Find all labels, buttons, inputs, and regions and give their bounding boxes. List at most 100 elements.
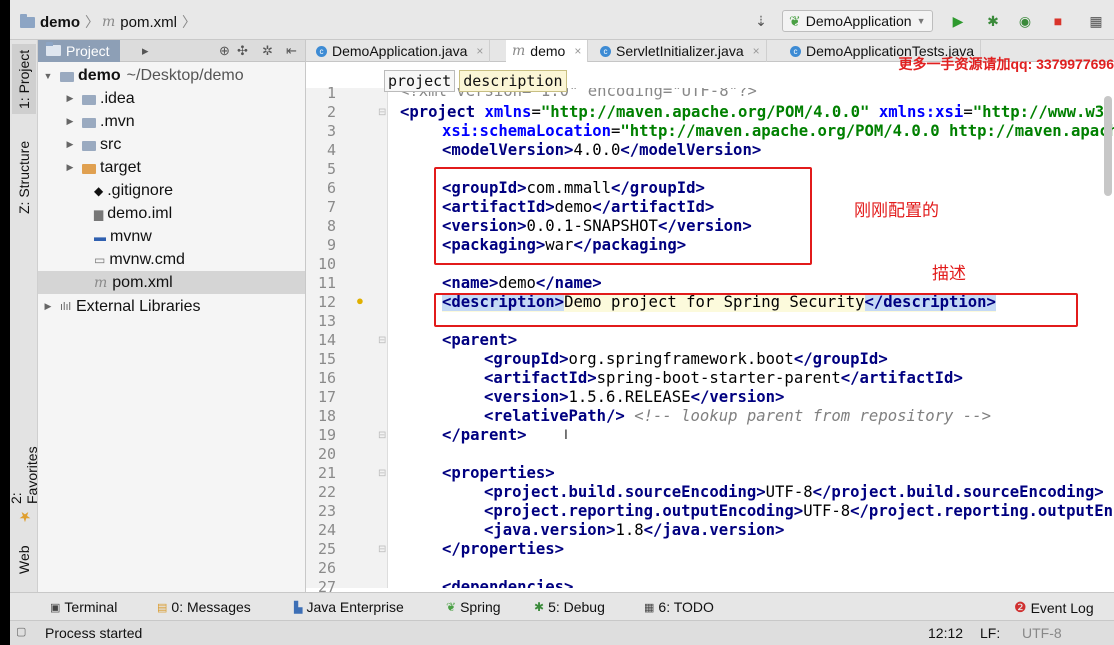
tool-messages[interactable]: ▤ 0: Messages (157, 599, 251, 615)
sync-icon[interactable]: ⊕ (219, 43, 230, 59)
stop-icon[interactable]: ■ (1047, 10, 1069, 32)
file-encoding[interactable]: UTF-8 (1022, 625, 1062, 641)
tree-item-external-libraries[interactable]: ▶ ılıl External Libraries (38, 295, 305, 318)
tree-item-pom[interactable]: m pom.xml (38, 271, 305, 294)
line-number: 23 (317, 502, 336, 520)
tab-web[interactable]: Web (12, 532, 36, 588)
code-line-17: <version>1.5.6.RELEASE</version> (484, 388, 785, 406)
code-line-23: <project.reporting.outputEncoding>UTF-8<… (484, 502, 1114, 520)
star-icon: ★ (16, 508, 32, 524)
class-icon: c (600, 45, 611, 57)
line-number: 4 (326, 141, 336, 159)
line-number: 25 (317, 540, 336, 558)
tool-java-enterprise[interactable]: ▙ Java Enterprise (294, 599, 404, 615)
code-line-3: xsi:schemaLocation="http://maven.apache.… (442, 122, 1114, 140)
tab-servletinitializer-java[interactable]: c ServletInitializer.java × (594, 40, 767, 62)
tree-item-target[interactable]: ▶ target (38, 156, 305, 179)
xml-breadcrumbs: project description (384, 70, 567, 92)
chevron-right-icon: ▶ (66, 139, 74, 149)
tree-item-src[interactable]: ▶ src (38, 133, 305, 156)
status-message: Process started (45, 625, 143, 641)
status-toggle-icon[interactable]: ▢ (16, 625, 26, 638)
tab-structure[interactable]: Z: Structure (12, 132, 36, 222)
tree-item-mvnw-cmd[interactable]: ▭ mvnw.cmd (38, 248, 305, 271)
project-view-selector[interactable]: Project (38, 39, 120, 62)
tree-item-gitignore[interactable]: ◆ .gitignore (38, 179, 305, 202)
line-number: 8 (326, 217, 336, 235)
chevron-right-icon[interactable]: ▸ (142, 43, 149, 59)
tool-terminal[interactable]: ▣ Terminal (50, 599, 117, 615)
project-panel-header: Project ▸ ⊕ ✣ ✲ ⇤ (38, 39, 305, 62)
tree-root[interactable]: ▼ demo ~/Desktop/demo (38, 64, 305, 87)
line-number: 5 (326, 160, 336, 178)
line-number: 11 (317, 274, 336, 292)
line-number: 9 (326, 236, 336, 254)
project-panel: Project ▸ ⊕ ✣ ✲ ⇤ ▼ demo ~/Desktop/demo … (38, 39, 306, 592)
run-icon[interactable]: ▶ (947, 10, 969, 32)
build-icon[interactable]: ⇣ (750, 10, 772, 32)
debug-icon: ✱ (534, 600, 545, 614)
breadcrumb-project[interactable]: project (384, 70, 456, 92)
line-number: 21 (317, 464, 336, 482)
terminal-icon: ▣ (50, 601, 61, 614)
caret-position[interactable]: 12:12 (928, 625, 963, 641)
tab-favorites[interactable]: ★ 2: Favorites (10, 436, 40, 524)
nav-crumb-file[interactable]: m pom.xml 〉 (102, 12, 196, 32)
run-config-select[interactable]: ❦ DemoApplication ▼ (782, 10, 933, 32)
close-icon[interactable]: × (476, 44, 483, 58)
line-separator[interactable]: LF: (980, 625, 1000, 641)
tab-demoapplication-java[interactable]: c DemoApplication.java × (310, 40, 491, 62)
tree-item-demo-iml[interactable]: ▆ demo.iml (38, 202, 305, 225)
line-number: 7 (326, 198, 336, 216)
chevron-right-icon: ▶ (66, 162, 74, 172)
tree-item-idea[interactable]: ▶ .idea (38, 87, 305, 110)
line-number: 15 (317, 350, 336, 368)
tree-item-mvn[interactable]: ▶ .mvn (38, 110, 305, 133)
chevron-right-icon: ▶ (66, 93, 74, 103)
code-line-12: <description>Demo project for Spring Sec… (442, 293, 996, 312)
spring-leaf-icon: ❦ (446, 600, 457, 614)
fold-icon[interactable]: ⊟ (378, 107, 386, 118)
line-number: 26 (317, 559, 336, 577)
vertical-scrollbar[interactable] (1104, 96, 1112, 196)
code-line-11: <name>demo</name> (442, 274, 602, 292)
folder-excluded-icon (82, 163, 96, 174)
gear-icon[interactable]: ✲ (262, 43, 273, 59)
code-line-14: <parent> (442, 331, 518, 349)
line-number: 20 (317, 445, 336, 463)
tab-demo-pom[interactable]: m demo × (506, 40, 589, 62)
structure-icon[interactable]: ▦ (1085, 10, 1107, 32)
tool-spring[interactable]: ❦ Spring (446, 599, 501, 615)
collapse-icon[interactable]: ✣ (237, 43, 248, 59)
fold-icon[interactable]: ⊟ (378, 544, 386, 555)
folder-icon (82, 117, 96, 128)
fold-icon[interactable]: ⊟ (378, 335, 386, 346)
tab-project[interactable]: 1: Project (12, 44, 36, 114)
tool-windows-bar: ▣ Terminal ▤ 0: Messages ▙ Java Enterpri… (10, 592, 1114, 620)
nav-crumb-project[interactable]: demo 〉 (20, 12, 99, 32)
lightbulb-icon[interactable]: ● (356, 293, 364, 308)
tree-item-mvnw[interactable]: ▬ mvnw (38, 225, 305, 248)
line-number: 19 (317, 426, 336, 444)
close-icon[interactable]: × (753, 44, 760, 58)
code-editor[interactable]: <?xml version="1.0" encoding="UTF-8"?> <… (392, 88, 1114, 588)
breadcrumb-description[interactable]: description (459, 70, 567, 92)
tool-debug[interactable]: ✱ 5: Debug (534, 599, 605, 615)
code-line-22: <project.build.sourceEncoding>UTF-8</pro… (484, 483, 1104, 501)
maven-file-icon: m (102, 14, 116, 30)
tool-todo[interactable]: ▦ 6: TODO (644, 599, 714, 615)
hide-icon[interactable]: ⇤ (286, 43, 297, 59)
folder-icon (82, 94, 96, 105)
fold-icon[interactable]: ⊟ (378, 468, 386, 479)
chevron-right-icon: ▶ (66, 116, 74, 126)
line-number: 10 (317, 255, 336, 273)
code-line-19: </parent> (442, 426, 527, 444)
close-icon[interactable]: × (574, 44, 581, 58)
tool-event-log[interactable]: ❷ Event Log (1014, 599, 1094, 616)
watermark: 更多一手资源请加qq: 3379977696 (898, 56, 1114, 72)
fold-icon[interactable]: ⊟ (378, 430, 386, 441)
debug-icon[interactable]: ✱ (982, 10, 1004, 32)
coverage-icon[interactable]: ◉ (1014, 10, 1036, 32)
code-line-25: </properties> (442, 540, 565, 558)
line-gutter: 1 2 3 4 5 6 7 8 9 10 11 12 13 14 15 16 1… (306, 84, 388, 596)
